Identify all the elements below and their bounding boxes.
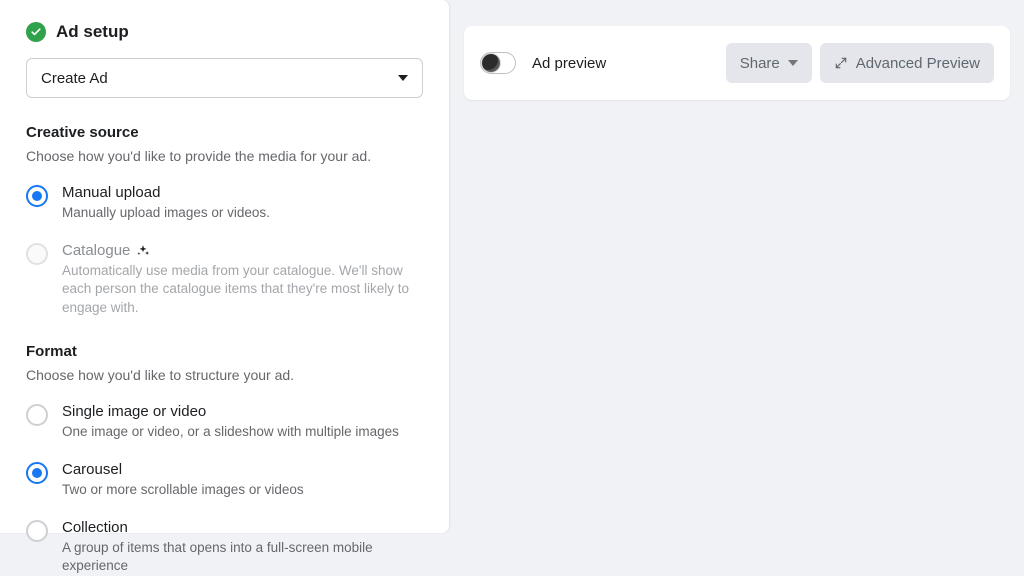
- ad-type-select-value: Create Ad: [41, 70, 108, 87]
- creative-source-option-catalogue: Catalogue Automatically use media from y…: [26, 242, 423, 317]
- format-heading: Format: [26, 343, 423, 360]
- option-label: Single image or video: [62, 403, 423, 420]
- ad-preview-card: Ad preview Share Advanced Preview: [464, 26, 1010, 100]
- radio-icon: [26, 520, 48, 542]
- option-label: Manual upload: [62, 184, 423, 201]
- format-option-collection[interactable]: Collection A group of items that opens i…: [26, 519, 423, 575]
- creative-source-options: Manual upload Manually upload images or …: [26, 184, 423, 317]
- section-title: Ad setup: [56, 22, 129, 42]
- radio-icon: [26, 404, 48, 426]
- option-description: Manually upload images or videos.: [62, 204, 422, 222]
- ad-setup-panel: Ad setup Create Ad Creative source Choos…: [0, 0, 450, 533]
- creative-source-description: Choose how you'd like to provide the med…: [26, 147, 423, 166]
- ad-type-select[interactable]: Create Ad: [26, 58, 423, 98]
- format-description: Choose how you'd like to structure your …: [26, 366, 423, 385]
- sparkle-icon: [136, 244, 150, 258]
- share-button-label: Share: [740, 55, 780, 72]
- option-label: Collection: [62, 519, 423, 536]
- radio-icon: [26, 243, 48, 265]
- check-circle-icon: [26, 22, 46, 42]
- format-option-single[interactable]: Single image or video One image or video…: [26, 403, 423, 441]
- option-description: A group of items that opens into a full-…: [62, 539, 422, 575]
- option-label: Carousel: [62, 461, 423, 478]
- format-options: Single image or video One image or video…: [26, 403, 423, 576]
- creative-source-option-manual-upload[interactable]: Manual upload Manually upload images or …: [26, 184, 423, 222]
- share-button[interactable]: Share: [726, 43, 812, 83]
- ad-preview-label: Ad preview: [532, 55, 726, 72]
- preview-buttons: Share Advanced Preview: [726, 43, 994, 83]
- radio-icon: [26, 185, 48, 207]
- format-option-carousel[interactable]: Carousel Two or more scrollable images o…: [26, 461, 423, 499]
- creative-source-heading: Creative source: [26, 124, 423, 141]
- caret-down-icon: [398, 75, 408, 81]
- section-header: Ad setup: [26, 22, 423, 42]
- advanced-preview-label: Advanced Preview: [856, 55, 980, 72]
- caret-down-icon: [788, 60, 798, 66]
- preview-area: Ad preview Share Advanced Preview: [450, 0, 1024, 533]
- ad-preview-toggle[interactable]: [480, 52, 516, 74]
- radio-icon: [26, 462, 48, 484]
- option-description: Two or more scrollable images or videos: [62, 481, 422, 499]
- toggle-knob-icon: [482, 54, 500, 72]
- option-description: One image or video, or a slideshow with …: [62, 423, 422, 441]
- advanced-preview-button[interactable]: Advanced Preview: [820, 43, 994, 83]
- expand-icon: [834, 56, 848, 70]
- option-description: Automatically use media from your catalo…: [62, 262, 422, 317]
- option-label: Catalogue: [62, 242, 423, 259]
